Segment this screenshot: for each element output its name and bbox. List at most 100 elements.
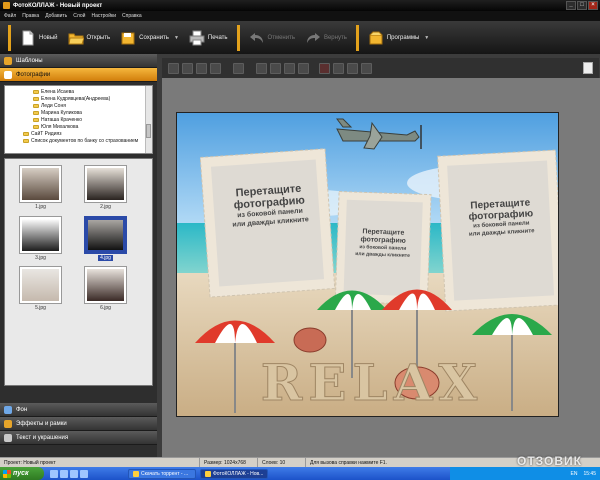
rotate-left-icon[interactable] [256, 62, 267, 74]
send-back-icon[interactable] [210, 62, 221, 74]
photo-thumbnail[interactable]: 6.jpg [82, 266, 129, 312]
folder-label: Леди Соня [41, 102, 66, 109]
menu-layer[interactable]: Слой [73, 13, 85, 19]
chevron-down-icon[interactable]: ▼ [174, 35, 179, 41]
new-document-icon [22, 30, 34, 45]
sidebar-section-background[interactable]: Фон [0, 403, 157, 417]
folder-icon [23, 138, 29, 143]
menu-add[interactable]: Добавить [45, 13, 67, 19]
menu-help[interactable]: Справка [122, 13, 142, 19]
effects-label: Эффекты и рамки [16, 420, 67, 427]
folder-icon [33, 117, 39, 122]
left-sidebar: Шаблоны Фотографии Елена Исаева Елена Ку… [0, 54, 157, 457]
quicklaunch-icon[interactable] [60, 469, 68, 478]
photo-thumbnail[interactable]: 1.jpg [17, 165, 64, 211]
photo-thumbnail[interactable]: 5.jpg [17, 266, 64, 312]
folder-item[interactable]: Марина Куликова [33, 109, 152, 116]
folder-item[interactable]: Юля Михалкова [33, 123, 152, 130]
text-label: Текст и украшения [16, 434, 69, 441]
thumbnail-caption: 5.jpg [35, 305, 46, 311]
menu-file[interactable]: Файл [4, 13, 16, 19]
chevron-down-icon[interactable]: ▼ [424, 35, 429, 41]
main-toolbar: Новый Открыть Сохранить ▼ Печать Отменит… [0, 21, 600, 54]
rotate-right-icon[interactable] [298, 62, 309, 74]
undo-icon [249, 32, 263, 43]
programs-button[interactable]: Программы ▼ [363, 25, 434, 51]
app-icon [205, 470, 211, 477]
quick-launch [50, 469, 88, 478]
title-bar: ФотоКОЛЛАЖ - Новый проект _ □ × [0, 0, 600, 11]
sidebar-section-text[interactable]: Текст и украшения [0, 431, 157, 445]
background-label: Фон [16, 406, 28, 413]
menu-edit[interactable]: Правка [22, 13, 39, 19]
start-button[interactable]: пуск [0, 467, 44, 480]
folder-item[interactable]: Список документов по банку со страховани… [23, 137, 152, 144]
quicklaunch-icon[interactable] [50, 469, 58, 478]
open-button[interactable]: Открыть [63, 25, 116, 51]
crop-icon[interactable] [333, 62, 344, 74]
star-icon [4, 56, 12, 65]
collage-canvas[interactable]: Перетащите фотографию из боковой панели … [176, 112, 559, 417]
close-button[interactable]: × [588, 1, 598, 10]
taskbar-item[interactable]: Скачать торрент - ... [128, 468, 196, 479]
send-backward-icon[interactable] [196, 62, 207, 74]
bring-forward-icon[interactable] [182, 62, 193, 74]
browser-icon [133, 470, 139, 477]
sidebar-section-photos[interactable]: Фотографии [0, 68, 157, 82]
templates-label: Шаблоны [16, 57, 43, 64]
minimize-button[interactable]: _ [566, 1, 576, 10]
photo-icon [4, 70, 12, 79]
folder-item[interactable]: СайТ Ридияз [23, 130, 152, 137]
status-hint: Для вызова справки нажмите F1. [310, 459, 387, 466]
maximize-button[interactable]: □ [577, 1, 587, 10]
photo-thumbnails-panel: 1.jpg 2.jpg 3.jpg 4.jpg 5.jpg 6.jpg [4, 158, 153, 386]
thumbnail-frame [19, 266, 62, 304]
photo-image [22, 168, 59, 200]
quicklaunch-icon[interactable] [70, 469, 78, 478]
page-icon[interactable] [583, 62, 593, 74]
scrollbar-thumb[interactable] [146, 124, 151, 138]
photo-image [88, 220, 123, 250]
toolbar-divider [8, 24, 11, 51]
language-indicator[interactable]: EN [571, 471, 578, 477]
folder-item[interactable]: Елена Исаева [33, 88, 152, 95]
settings-icon[interactable] [347, 62, 358, 74]
programs-box-icon [369, 31, 383, 44]
flip-horizontal-icon[interactable] [270, 62, 281, 74]
quicklaunch-icon[interactable] [80, 469, 88, 478]
print-button[interactable]: Печать [184, 25, 233, 51]
photo-thumbnail[interactable]: 2.jpg [82, 165, 129, 211]
sidebar-section-effects[interactable]: Эффекты и рамки [0, 417, 157, 431]
delete-icon[interactable] [319, 62, 330, 74]
folder-label: Юля Михалкова [41, 123, 79, 130]
thumbnail-caption: 3.jpg [35, 255, 46, 261]
thumbnail-frame [84, 266, 127, 304]
photo-image [22, 269, 59, 301]
redo-button[interactable]: Вернуть [300, 25, 352, 51]
menu-settings[interactable]: Настройки [91, 13, 116, 19]
folder-item[interactable]: Елена Кудрявцева(Андреева) [33, 95, 152, 102]
flip-vertical-icon[interactable] [284, 62, 295, 74]
placeholder-text-large: Перетащите фотографию из боковой панели … [216, 181, 324, 230]
bring-front-icon[interactable] [168, 62, 179, 74]
folder-icon [33, 89, 39, 94]
folder-item[interactable]: Леди Соня [33, 102, 152, 109]
photo-thumbnail-selected[interactable]: 4.jpg [82, 216, 129, 262]
redo-label: Вернуть [323, 34, 347, 41]
new-button[interactable]: Новый [15, 25, 63, 51]
clock: 15:45 [583, 470, 596, 477]
photo-thumbnail[interactable]: 3.jpg [17, 216, 64, 262]
save-button[interactable]: Сохранить ▼ [115, 25, 184, 51]
folder-item[interactable]: Наташа Краченко [33, 116, 152, 123]
undo-button[interactable]: Отменить [244, 25, 300, 51]
taskbar-item-active[interactable]: ФотоКОЛЛАЖ - Нов... [200, 468, 268, 479]
taskbar-item-label: Скачать торрент - ... [141, 470, 189, 477]
sidebar-section-templates[interactable]: Шаблоны [0, 54, 157, 68]
seashell-small [293, 327, 327, 353]
photos-label: Фотографии [16, 71, 51, 78]
align-icon[interactable] [233, 62, 244, 74]
undo-label: Отменить [267, 34, 295, 41]
status-bar: Проект: Новый проект Размер: 1024x768 Сл… [0, 457, 600, 467]
properties-icon[interactable] [361, 62, 372, 74]
tree-scrollbar[interactable] [145, 86, 152, 153]
